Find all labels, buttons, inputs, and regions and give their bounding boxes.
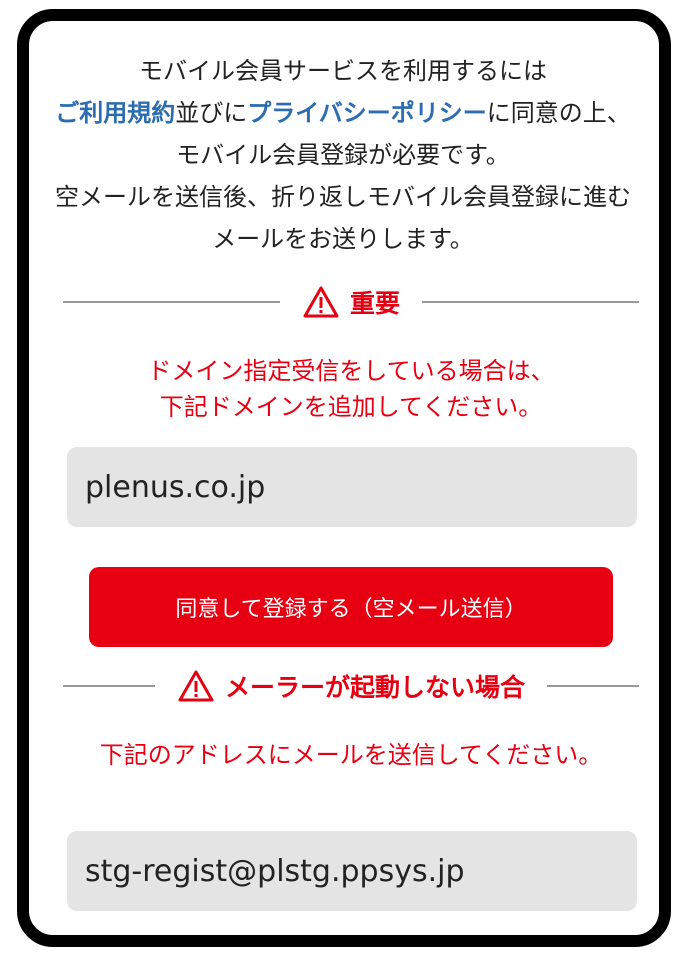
domain-notice-line1: ドメイン指定受信をしている場合は、 xyxy=(147,357,555,385)
important-heading: 重要 xyxy=(280,284,422,320)
intro-text-line1: モバイル会員サービスを利用するには xyxy=(139,57,547,85)
divider-line-left xyxy=(63,685,155,687)
address-notice-text: 下記のアドレスにメールを送信してください。 xyxy=(99,741,603,769)
address-value: stg-regist@plstg.ppsys.jp xyxy=(85,853,465,889)
mailer-heading: メーラーが起動しない場合 xyxy=(155,668,547,704)
terms-link[interactable]: ご利用規約 xyxy=(55,99,175,127)
divider-line-left xyxy=(63,301,280,303)
address-field[interactable]: stg-regist@plstg.ppsys.jp xyxy=(67,831,637,911)
mailer-divider: メーラーが起動しない場合 xyxy=(63,664,640,708)
intro-text: モバイル会員サービスを利用するには ご利用規約並びにプライバシーポリシーに同意の… xyxy=(48,50,638,260)
domain-notice-line2: 下記ドメインを追加してください。 xyxy=(159,393,543,421)
mailer-heading-label: メーラーが起動しない場合 xyxy=(225,673,526,702)
privacy-policy-link[interactable]: プライバシーポリシー xyxy=(247,99,487,127)
domain-field[interactable]: plenus.co.jp xyxy=(67,447,637,527)
domain-notice: ドメイン指定受信をしている場合は、 下記ドメインを追加してください。 xyxy=(68,353,634,425)
domain-value: plenus.co.jp xyxy=(85,469,266,505)
address-notice: 下記のアドレスにメールを送信してください。 xyxy=(68,737,634,773)
agree-register-button[interactable]: 同意して登録する（空メール送信） xyxy=(89,567,613,647)
important-divider: 重要 xyxy=(63,280,640,324)
important-heading-label: 重要 xyxy=(350,289,401,318)
warning-icon xyxy=(178,670,214,702)
divider-line-right xyxy=(547,685,640,687)
agree-register-button-label: 同意して登録する（空メール送信） xyxy=(175,597,527,622)
divider-line-right xyxy=(422,301,640,303)
intro-conjunction: 並びに xyxy=(175,99,248,127)
intro-text-second: 空メールを送信後、折り返しモバイル会員登録に進むメールをお送りします。 xyxy=(55,183,631,253)
warning-icon xyxy=(303,286,339,318)
